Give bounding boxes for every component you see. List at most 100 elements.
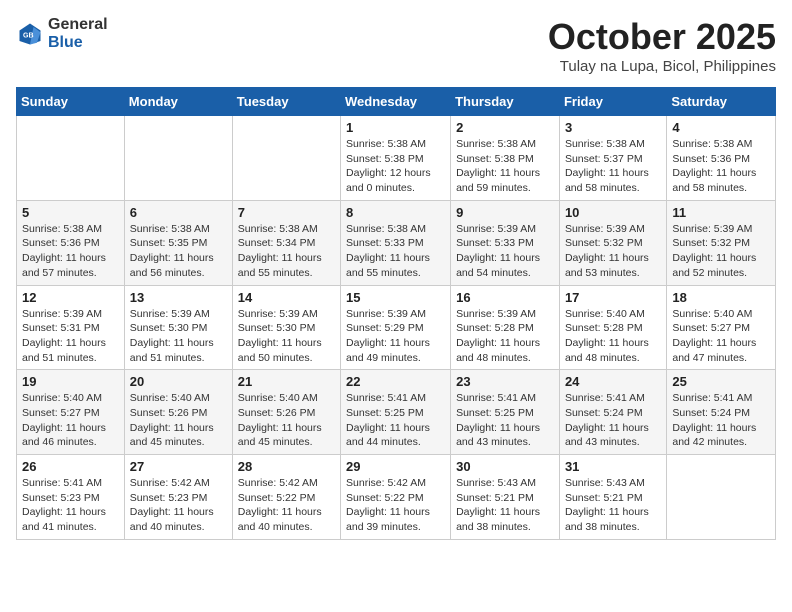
day-info-line: and 59 minutes. <box>456 182 531 194</box>
day-info-line: Sunrise: 5:38 AM <box>238 223 318 235</box>
day-info-line: Sunrise: 5:38 AM <box>130 223 210 235</box>
day-number: 21 <box>238 374 335 389</box>
location: Tulay na Lupa, Bicol, Philippines <box>548 58 776 75</box>
day-number: 22 <box>346 374 445 389</box>
day-info: Sunrise: 5:41 AMSunset: 5:25 PMDaylight:… <box>456 391 554 450</box>
day-info-line: Sunrise: 5:43 AM <box>565 477 645 489</box>
weekday-header-friday: Friday <box>559 88 666 116</box>
day-info-line: Sunrise: 5:40 AM <box>22 392 102 404</box>
day-info: Sunrise: 5:41 AMSunset: 5:23 PMDaylight:… <box>22 476 119 535</box>
day-info-line: Sunset: 5:23 PM <box>130 492 208 504</box>
calendar-cell: 15Sunrise: 5:39 AMSunset: 5:29 PMDayligh… <box>341 285 451 370</box>
calendar-week-5: 26Sunrise: 5:41 AMSunset: 5:23 PMDayligh… <box>17 455 776 540</box>
day-info: Sunrise: 5:38 AMSunset: 5:33 PMDaylight:… <box>346 222 445 281</box>
day-number: 6 <box>130 205 227 220</box>
day-info-line: Daylight: 11 hours <box>672 252 756 264</box>
day-info-line: Sunset: 5:36 PM <box>672 153 750 165</box>
calendar-cell: 13Sunrise: 5:39 AMSunset: 5:30 PMDayligh… <box>124 285 232 370</box>
day-info: Sunrise: 5:40 AMSunset: 5:28 PMDaylight:… <box>565 307 661 366</box>
day-info-line: Daylight: 11 hours <box>346 252 430 264</box>
month-title: October 2025 <box>548 16 776 58</box>
day-info-line: Daylight: 11 hours <box>130 252 214 264</box>
day-info-line: Sunset: 5:21 PM <box>565 492 643 504</box>
weekday-header-thursday: Thursday <box>451 88 560 116</box>
calendar-cell <box>124 116 232 201</box>
day-info-line: Sunset: 5:38 PM <box>346 153 424 165</box>
day-info: Sunrise: 5:38 AMSunset: 5:35 PMDaylight:… <box>130 222 227 281</box>
day-number: 12 <box>22 290 119 305</box>
day-info: Sunrise: 5:42 AMSunset: 5:22 PMDaylight:… <box>346 476 445 535</box>
day-info-line: Sunrise: 5:41 AM <box>565 392 645 404</box>
day-info-line: Daylight: 11 hours <box>565 167 649 179</box>
day-number: 15 <box>346 290 445 305</box>
day-info-line: and 54 minutes. <box>456 267 531 279</box>
weekday-header-monday: Monday <box>124 88 232 116</box>
day-info-line: Daylight: 12 hours <box>346 167 431 179</box>
day-info-line: Sunrise: 5:38 AM <box>22 223 102 235</box>
day-info-line: Daylight: 11 hours <box>456 167 540 179</box>
weekday-header-saturday: Saturday <box>667 88 776 116</box>
day-info-line: and 45 minutes. <box>238 436 313 448</box>
day-info-line: Daylight: 11 hours <box>238 337 322 349</box>
day-info-line: Sunrise: 5:40 AM <box>565 308 645 320</box>
calendar-cell: 2Sunrise: 5:38 AMSunset: 5:38 PMDaylight… <box>451 116 560 201</box>
day-info-line: and 47 minutes. <box>672 352 747 364</box>
day-info-line: Daylight: 11 hours <box>130 337 214 349</box>
day-info: Sunrise: 5:40 AMSunset: 5:27 PMDaylight:… <box>672 307 770 366</box>
day-info-line: Daylight: 11 hours <box>22 252 106 264</box>
calendar-cell: 21Sunrise: 5:40 AMSunset: 5:26 PMDayligh… <box>232 370 340 455</box>
day-info-line: Sunset: 5:24 PM <box>672 407 750 419</box>
day-info-line: Daylight: 11 hours <box>346 422 430 434</box>
day-info-line: Sunset: 5:38 PM <box>456 153 534 165</box>
calendar-cell: 4Sunrise: 5:38 AMSunset: 5:36 PMDaylight… <box>667 116 776 201</box>
day-info-line: and 39 minutes. <box>346 521 421 533</box>
calendar-cell: 7Sunrise: 5:38 AMSunset: 5:34 PMDaylight… <box>232 200 340 285</box>
day-info-line: Daylight: 11 hours <box>456 252 540 264</box>
day-info-line: Sunrise: 5:39 AM <box>565 223 645 235</box>
day-info-line: Daylight: 11 hours <box>672 337 756 349</box>
day-info-line: and 40 minutes. <box>130 521 205 533</box>
calendar-cell: 27Sunrise: 5:42 AMSunset: 5:23 PMDayligh… <box>124 455 232 540</box>
calendar-week-4: 19Sunrise: 5:40 AMSunset: 5:27 PMDayligh… <box>17 370 776 455</box>
calendar-week-3: 12Sunrise: 5:39 AMSunset: 5:31 PMDayligh… <box>17 285 776 370</box>
day-info: Sunrise: 5:38 AMSunset: 5:38 PMDaylight:… <box>456 137 554 196</box>
day-number: 8 <box>346 205 445 220</box>
day-info-line: Daylight: 11 hours <box>22 337 106 349</box>
day-info-line: Daylight: 11 hours <box>238 422 322 434</box>
day-info-line: Daylight: 11 hours <box>22 422 106 434</box>
day-info-line: Sunset: 5:32 PM <box>565 237 643 249</box>
day-info-line: Daylight: 11 hours <box>130 422 214 434</box>
day-info-line: Sunset: 5:24 PM <box>565 407 643 419</box>
day-info-line: Sunset: 5:33 PM <box>456 237 534 249</box>
day-info-line: Daylight: 11 hours <box>565 337 649 349</box>
day-info-line: and 41 minutes. <box>22 521 97 533</box>
day-info-line: Sunrise: 5:38 AM <box>672 138 752 150</box>
day-info-line: and 0 minutes. <box>346 182 415 194</box>
day-number: 9 <box>456 205 554 220</box>
day-info-line: Daylight: 11 hours <box>672 167 756 179</box>
day-number: 28 <box>238 459 335 474</box>
day-info-line: Sunrise: 5:38 AM <box>346 138 426 150</box>
day-info-line: Sunrise: 5:42 AM <box>130 477 210 489</box>
day-info: Sunrise: 5:38 AMSunset: 5:37 PMDaylight:… <box>565 137 661 196</box>
calendar-cell <box>17 116 125 201</box>
day-info: Sunrise: 5:38 AM Sunset: 5:38 PM Daylight:… <box>346 137 445 196</box>
day-info-line: Sunrise: 5:42 AM <box>346 477 426 489</box>
logo-blue: Blue <box>48 34 83 51</box>
day-info: Sunrise: 5:39 AMSunset: 5:32 PMDaylight:… <box>565 222 661 281</box>
calendar-table: SundayMondayTuesdayWednesdayThursdayFrid… <box>16 87 776 540</box>
day-info-line: Sunrise: 5:43 AM <box>456 477 536 489</box>
day-info-line: and 42 minutes. <box>672 436 747 448</box>
day-info-line: Sunset: 5:30 PM <box>238 322 316 334</box>
day-number: 1 <box>346 120 445 135</box>
day-info: Sunrise: 5:43 AMSunset: 5:21 PMDaylight:… <box>456 476 554 535</box>
day-info: Sunrise: 5:40 AMSunset: 5:27 PMDaylight:… <box>22 391 119 450</box>
calendar-cell: 9Sunrise: 5:39 AMSunset: 5:33 PMDaylight… <box>451 200 560 285</box>
logo: GB General Blue <box>16 16 108 51</box>
day-info-line: Daylight: 11 hours <box>565 506 649 518</box>
calendar-cell: 18Sunrise: 5:40 AMSunset: 5:27 PMDayligh… <box>667 285 776 370</box>
calendar-cell: 28Sunrise: 5:42 AMSunset: 5:22 PMDayligh… <box>232 455 340 540</box>
day-info-line: Sunrise: 5:40 AM <box>130 392 210 404</box>
logo-icon: GB <box>16 20 44 48</box>
calendar-cell: 14Sunrise: 5:39 AMSunset: 5:30 PMDayligh… <box>232 285 340 370</box>
